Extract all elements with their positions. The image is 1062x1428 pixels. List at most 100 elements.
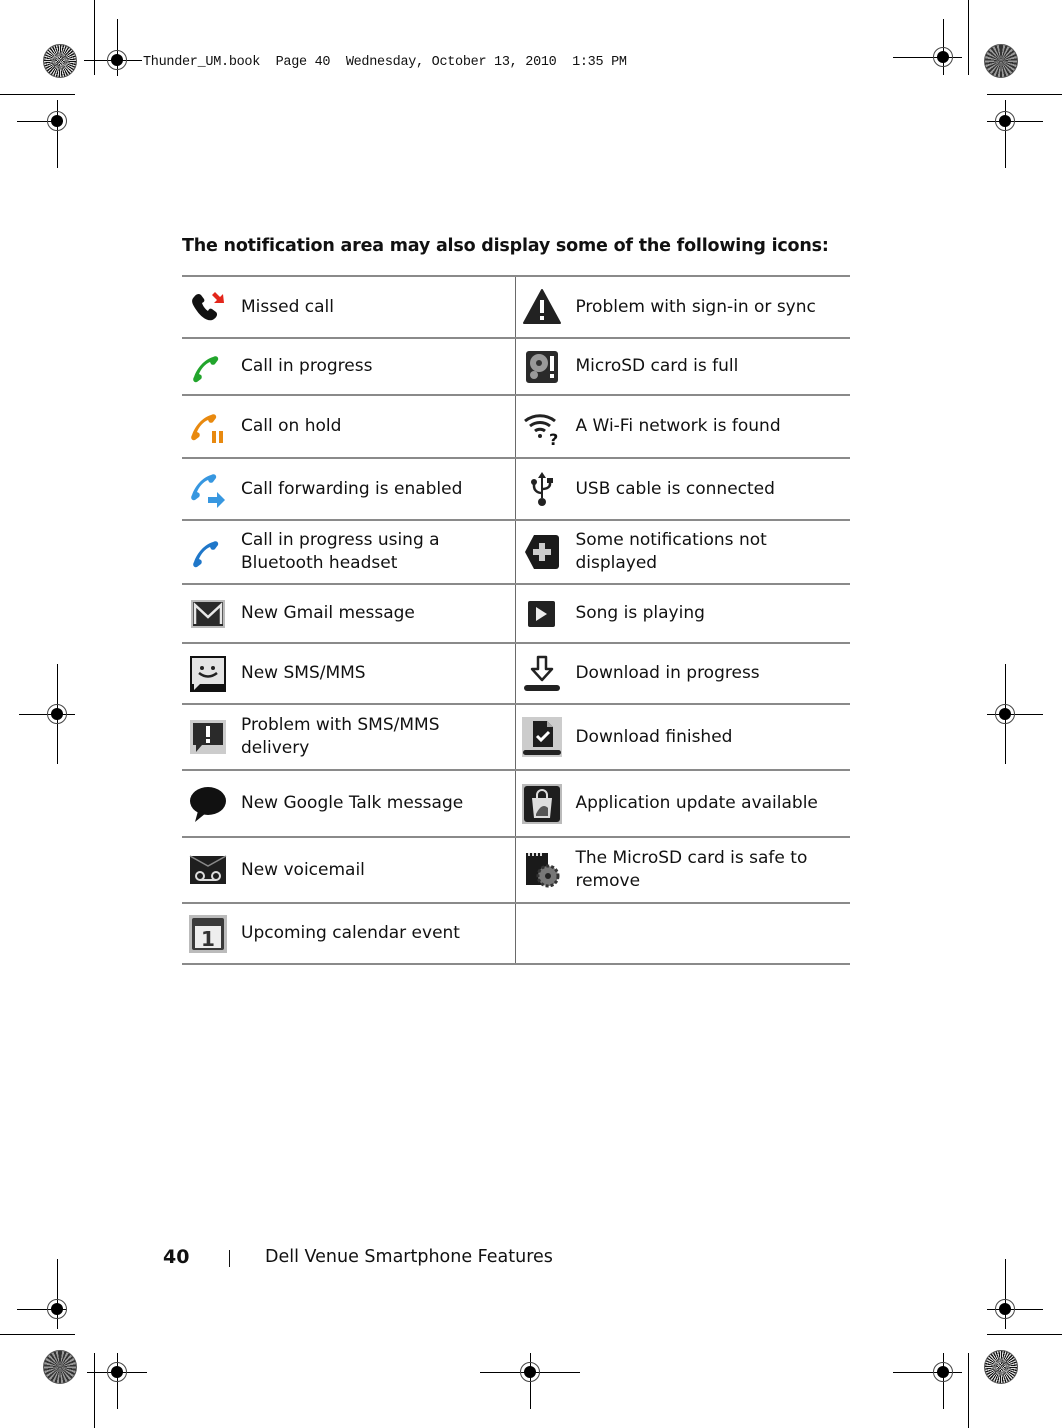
registration-mark-icon (933, 1362, 953, 1382)
icon-label: Missed call (241, 296, 334, 317)
missed-call-icon (188, 287, 228, 327)
registration-mark-icon (107, 50, 127, 70)
page-number: 40 (163, 1246, 190, 1268)
sms-error-icon (188, 717, 228, 757)
table-cell: Missed call (182, 276, 517, 338)
icon-label: New Google Talk message (241, 793, 464, 813)
more-notifications-icon (522, 532, 562, 572)
notification-icons-table: Missed call Problem with sign-in or sync… (182, 275, 850, 965)
table-cell: Call in progress using a Bluetooth heads… (182, 520, 517, 584)
table-cell: Call on hold (182, 395, 517, 458)
color-target-icon (984, 1350, 1018, 1384)
table-cell: Problem with SMS/MMS delivery (182, 704, 517, 770)
table-cell: New voicemail (182, 837, 517, 903)
call-in-progress-icon (188, 347, 228, 387)
icon-label: Call forwarding is enabled (241, 478, 463, 499)
icon-label: Call in progress (241, 356, 373, 376)
call-on-hold-icon (188, 407, 228, 447)
crop-line (987, 94, 1062, 95)
icon-label: A Wi-Fi network is found (575, 416, 781, 436)
table-row: New Google Talk message Application upda… (182, 770, 850, 837)
crop-line (0, 1334, 75, 1335)
registration-mark-icon (520, 1362, 540, 1382)
registration-mark-icon (933, 47, 953, 67)
play-icon (522, 594, 562, 634)
microsd-safe-remove-icon (522, 850, 562, 890)
table-cell: Song is playing (516, 584, 850, 643)
table-cell-empty (516, 903, 850, 964)
table-row: Missed call Problem with sign-in or sync (182, 276, 850, 338)
table-row: Problem with SMS/MMS delivery Download f… (182, 704, 850, 770)
table-row: Call in progress MicroSD card is full (182, 338, 850, 395)
icon-label: Song is playing (575, 603, 705, 623)
table-cell: MicroSD card is full (516, 338, 850, 395)
crop-line (987, 1334, 1062, 1335)
icon-label: New voicemail (241, 859, 365, 880)
table-cell: Download in progress (516, 643, 850, 704)
registration-mark-icon (995, 1299, 1015, 1319)
registration-mark-icon (995, 111, 1015, 131)
icon-label: The MicroSD card is safe to remove (575, 848, 808, 891)
sms-icon (188, 654, 228, 694)
icon-label: Problem with sign-in or sync (575, 296, 816, 317)
icon-label: Application update available (575, 793, 818, 813)
bluetooth-call-icon (188, 532, 228, 572)
table-cell: ? A Wi-Fi network is found (516, 395, 850, 458)
gmail-icon (188, 594, 228, 634)
icon-label: Download finished (575, 726, 733, 747)
table-cell: Download finished (516, 704, 850, 770)
color-target-icon (43, 44, 77, 78)
microsd-full-icon (522, 347, 562, 387)
table-cell: Problem with sign-in or sync (516, 276, 850, 338)
table-row: New voicemail The MicroSD card is safe t… (182, 837, 850, 903)
icon-label: Upcoming calendar event (241, 923, 460, 943)
icon-label: New Gmail message (241, 603, 415, 623)
registration-mark-icon (47, 1299, 67, 1319)
app-update-icon (522, 783, 563, 824)
registration-mark-icon (47, 704, 67, 724)
table-row: New Gmail message Song is playing (182, 584, 850, 643)
icon-label: Some notifications not displayed (575, 530, 767, 573)
crop-line (94, 1353, 95, 1428)
table-cell: The MicroSD card is safe to remove (516, 837, 850, 903)
table-cell: Some notifications not displayed (516, 520, 850, 584)
icon-label: MicroSD card is full (575, 356, 739, 376)
table-row: Call on hold ? A Wi-Fi network is found (182, 395, 850, 458)
usb-icon (522, 469, 562, 509)
table-cell: New Gmail message (182, 584, 517, 643)
table-cell: USB cable is connected (516, 458, 850, 520)
icon-label: Problem with SMS/MMS delivery (241, 715, 440, 758)
crop-line (968, 0, 969, 75)
icon-label: Download in progress (575, 663, 760, 683)
wifi-found-icon: ? (522, 407, 562, 447)
icon-label: Call in progress using a Bluetooth heads… (241, 530, 440, 573)
footer-divider (229, 1250, 230, 1267)
download-icon (522, 654, 562, 694)
call-forwarding-icon (188, 469, 228, 509)
crop-line (968, 1353, 969, 1428)
voicemail-icon (188, 850, 228, 890)
table-cell: 1 Upcoming calendar event (182, 903, 517, 964)
registration-mark-icon (107, 1362, 127, 1382)
gtalk-icon (188, 784, 228, 824)
table-cell: New Google Talk message (182, 770, 517, 837)
table-row: Call in progress using a Bluetooth heads… (182, 520, 850, 584)
registration-mark-icon (995, 704, 1015, 724)
section-heading: The notification area may also display s… (182, 236, 829, 256)
crop-line (94, 0, 95, 75)
running-footer-title: Dell Venue Smartphone Features (265, 1247, 553, 1267)
crop-line (0, 94, 75, 95)
table-cell: Call forwarding is enabled (182, 458, 517, 520)
warning-icon (522, 287, 562, 327)
calendar-icon: 1 (188, 914, 228, 954)
table-row: 1 Upcoming calendar event (182, 903, 850, 964)
table-row: New SMS/MMS Download in progress (182, 643, 850, 704)
color-target-icon (43, 1350, 77, 1384)
icon-label: USB cable is connected (575, 478, 775, 499)
calendar-day-number: 1 (201, 927, 215, 951)
icon-label: New SMS/MMS (241, 663, 366, 683)
table-cell: New SMS/MMS (182, 643, 517, 704)
icon-label: Call on hold (241, 416, 342, 436)
registration-mark-icon (47, 111, 67, 131)
table-row: Call forwarding is enabled USB cable is … (182, 458, 850, 520)
